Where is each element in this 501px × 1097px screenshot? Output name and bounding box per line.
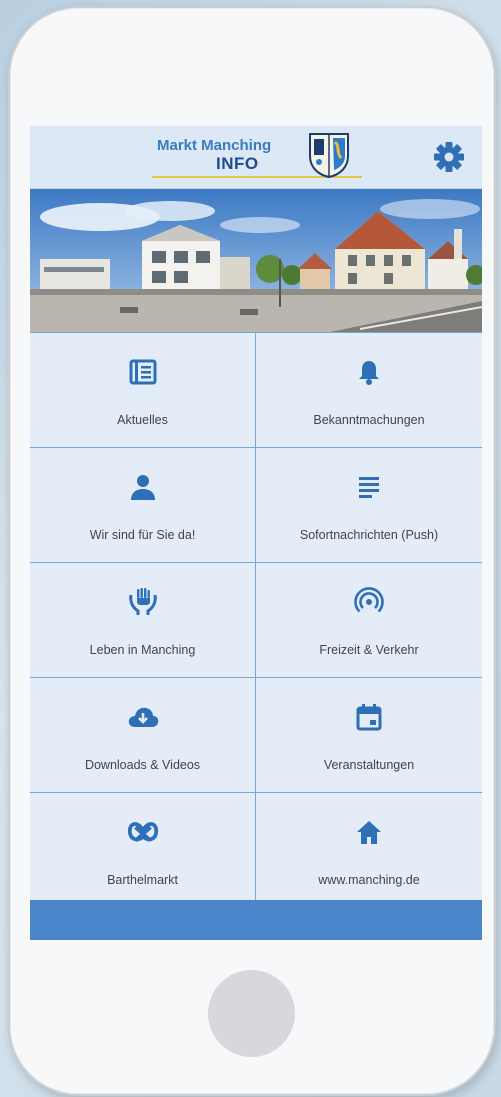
app-header: Markt Manching INFO [30, 126, 482, 189]
menu-tile-sofortnachrichten[interactable]: Sofortnachrichten (Push) [256, 448, 482, 563]
app-screen: Markt Manching INFO Aktuelles Bekanntmac… [30, 126, 482, 940]
logo-subtitle: INFO [216, 154, 259, 173]
bell-icon [352, 355, 386, 389]
footer-bar [30, 900, 482, 940]
person-icon [126, 470, 160, 504]
settings-button[interactable] [432, 140, 466, 174]
broadcast-icon [352, 585, 386, 619]
pretzel-icon [126, 815, 160, 849]
cloud-download-icon [126, 700, 160, 734]
calendar-icon [352, 700, 386, 734]
menu-label: Barthelmarkt [107, 873, 178, 887]
menu-tile-aktuelles[interactable]: Aktuelles [30, 333, 256, 448]
menu-label: Freizeit & Verkehr [319, 643, 419, 657]
app-logo: Markt Manching INFO [152, 132, 362, 184]
menu-tile-website[interactable]: www.manching.de [256, 793, 482, 908]
menu-tile-freizeit-verkehr[interactable]: Freizeit & Verkehr [256, 563, 482, 678]
menu-tile-barthelmarkt[interactable]: Barthelmarkt [30, 793, 256, 908]
home-icon [352, 815, 386, 849]
menu-label: www.manching.de [318, 873, 420, 887]
menu-tile-downloads-videos[interactable]: Downloads & Videos [30, 678, 256, 793]
helping-hands-icon [126, 585, 160, 619]
menu-tile-veranstaltungen[interactable]: Veranstaltungen [256, 678, 482, 793]
text-lines-icon [352, 470, 386, 504]
menu-tile-leben-in-manching[interactable]: Leben in Manching [30, 563, 256, 678]
phone-home-button[interactable] [208, 970, 295, 1057]
newspaper-icon [126, 355, 160, 389]
gear-icon [434, 142, 464, 172]
menu-label: Wir sind für Sie da! [89, 528, 196, 542]
coat-of-arms-icon [309, 133, 349, 178]
menu-label: Aktuelles [117, 413, 168, 427]
menu-label: Downloads & Videos [84, 758, 201, 772]
menu-label: Sofortnachrichten (Push) [299, 528, 439, 542]
menu-grid: Aktuelles Bekanntmachungen Wir sind für … [30, 332, 482, 908]
menu-label: Veranstaltungen [323, 758, 415, 772]
logo-title: Markt Manching [157, 137, 272, 154]
menu-label: Leben in Manching [89, 643, 196, 657]
menu-label: Bekanntmachungen [313, 413, 425, 427]
town-panorama [30, 189, 482, 332]
menu-tile-wir-sind-fuer-sie-da[interactable]: Wir sind für Sie da! [30, 448, 256, 563]
town-banner-image [30, 189, 482, 332]
menu-tile-bekanntmachungen[interactable]: Bekanntmachungen [256, 333, 482, 448]
